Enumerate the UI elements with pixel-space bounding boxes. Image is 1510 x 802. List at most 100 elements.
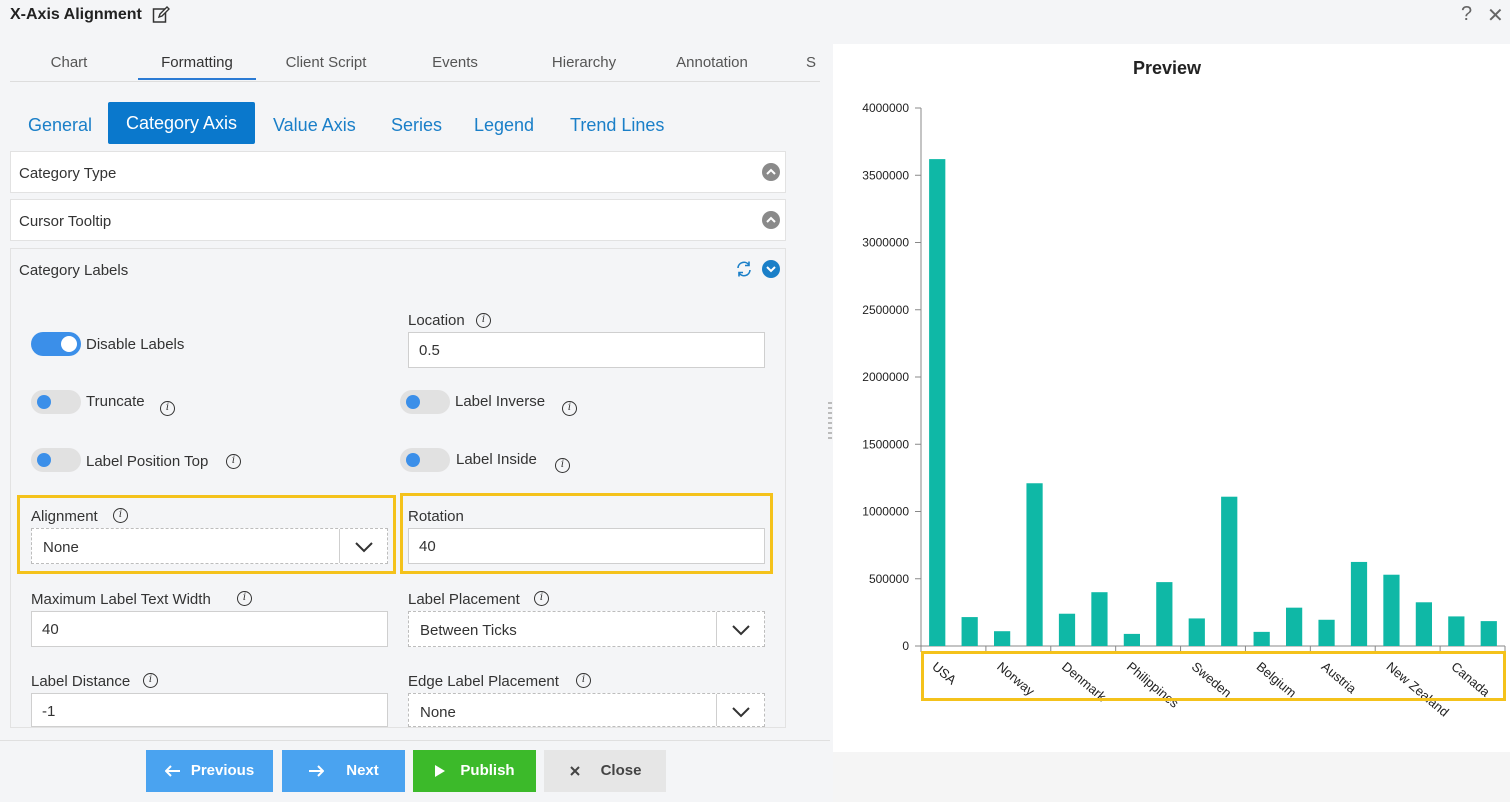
max-label-width-input[interactable]: 40 [31, 611, 388, 647]
chevron-up-icon[interactable] [762, 163, 780, 181]
bar[interactable] [1123, 633, 1140, 646]
tab-annotation[interactable]: Annotation [653, 54, 771, 71]
tab-chart[interactable]: Chart [10, 54, 128, 71]
label-placement-select[interactable]: Between Ticks [408, 611, 765, 647]
bar[interactable] [1058, 613, 1076, 646]
info-icon[interactable]: i [476, 313, 491, 328]
bar[interactable] [1221, 496, 1238, 646]
toggle-knob [406, 395, 420, 409]
accordion-title: Category Labels [19, 262, 129, 279]
publish-button-label: Publish [460, 762, 515, 779]
bar[interactable] [929, 159, 946, 647]
chevron-down-icon[interactable] [731, 705, 751, 719]
bar[interactable] [1383, 574, 1400, 646]
help-icon[interactable]: ? [1461, 3, 1472, 26]
tab-overflow[interactable]: S [806, 54, 820, 71]
info-icon[interactable]: i [562, 401, 577, 416]
publish-button[interactable]: Publish [413, 750, 536, 792]
info-icon[interactable]: i [160, 401, 175, 416]
tab-hierarchy[interactable]: Hierarchy [525, 54, 643, 71]
chevron-down-icon[interactable] [731, 623, 751, 637]
tab-client-script[interactable]: Client Script [267, 54, 385, 71]
preview-bottom [833, 752, 1510, 802]
y-tick-label: 0 [902, 639, 909, 653]
next-button[interactable]: Next [282, 750, 405, 792]
preview-title: Preview [1133, 58, 1202, 78]
subtab-general[interactable]: General [28, 115, 92, 136]
toggle-knob [37, 453, 51, 467]
bar[interactable] [1415, 602, 1432, 646]
bar[interactable] [961, 617, 978, 646]
chevron-down-icon[interactable] [354, 540, 374, 554]
tab-events[interactable]: Events [396, 54, 514, 71]
splitter-handle[interactable] [828, 402, 832, 442]
label-placement-label: Label Placement [408, 591, 520, 608]
previous-button-label: Previous [190, 762, 255, 779]
label-inside-label: Label Inside [456, 451, 537, 468]
accordion-category-type[interactable]: Category Type [10, 151, 786, 193]
chevron-up-icon[interactable] [762, 211, 780, 229]
info-icon[interactable]: i [226, 454, 241, 469]
label-position-top-toggle[interactable] [31, 448, 81, 472]
bar[interactable] [1026, 483, 1043, 646]
subtab-value-axis[interactable]: Value Axis [273, 115, 356, 136]
chevron-down-icon[interactable] [762, 260, 780, 278]
label-placement-value: Between Ticks [420, 622, 517, 639]
rotation-label: Rotation [408, 508, 464, 525]
select-divider [339, 529, 340, 563]
info-icon[interactable]: i [113, 508, 128, 523]
info-icon[interactable]: i [237, 591, 252, 606]
main-tabs: Chart Formatting Client Script Events Hi… [10, 44, 820, 82]
close-button[interactable]: Close [544, 750, 666, 792]
bar[interactable] [1350, 561, 1368, 646]
bar[interactable] [1253, 631, 1270, 646]
info-icon[interactable]: i [576, 673, 591, 688]
subtab-category-axis[interactable]: Category Axis [108, 102, 255, 144]
accordion-title: Cursor Tooltip [19, 213, 112, 230]
subtab-legend[interactable]: Legend [474, 115, 534, 136]
truncate-toggle[interactable] [31, 390, 81, 414]
edit-icon[interactable] [152, 6, 170, 24]
accordion-category-labels[interactable]: Category Labels [10, 248, 786, 292]
bar[interactable] [1448, 616, 1465, 646]
location-input[interactable]: 0.5 [408, 332, 765, 368]
max-label-width-label: Maximum Label Text Width [31, 591, 211, 608]
arrow-left-icon [164, 765, 180, 777]
accordion-title: Category Type [19, 165, 117, 182]
subtab-series[interactable]: Series [391, 115, 442, 136]
bar[interactable] [994, 631, 1011, 646]
y-tick-label: 4000000 [862, 101, 909, 115]
info-icon[interactable]: i [555, 458, 570, 473]
edge-label-placement-label: Edge Label Placement [408, 673, 559, 690]
alignment-select[interactable]: None [31, 528, 388, 564]
close-icon[interactable]: ✕ [1487, 3, 1504, 28]
select-divider [716, 612, 717, 646]
y-tick-label: 1000000 [862, 505, 909, 519]
label-inverse-toggle[interactable] [400, 390, 450, 414]
info-icon[interactable]: i [534, 591, 549, 606]
label-inverse-label: Label Inverse [455, 393, 546, 410]
truncate-label: Truncate [86, 393, 145, 410]
bar[interactable] [1480, 621, 1497, 646]
label-inside-toggle[interactable] [400, 448, 450, 472]
bar[interactable] [1318, 619, 1335, 646]
disable-labels-toggle[interactable] [31, 332, 81, 356]
bar[interactable] [1091, 592, 1108, 646]
alignment-value: None [43, 539, 79, 556]
accordion-cursor-tooltip[interactable]: Cursor Tooltip [10, 199, 786, 241]
edge-label-placement-select[interactable]: None [408, 693, 765, 727]
bar[interactable] [1286, 607, 1303, 646]
toggle-knob [406, 453, 420, 467]
rotation-input[interactable]: 40 [408, 528, 765, 564]
label-distance-input[interactable]: -1 [31, 693, 388, 727]
refresh-icon[interactable] [735, 260, 753, 278]
tab-formatting[interactable]: Formatting [138, 54, 256, 71]
bar[interactable] [1188, 618, 1205, 646]
location-label: Location [408, 312, 465, 329]
disable-labels-label: Disable Labels [86, 336, 185, 353]
previous-button[interactable]: Previous [146, 750, 273, 792]
info-icon[interactable]: i [143, 673, 158, 688]
category-labels-panel [10, 248, 786, 728]
bar[interactable] [1156, 582, 1173, 646]
subtab-trend-lines[interactable]: Trend Lines [570, 115, 664, 136]
